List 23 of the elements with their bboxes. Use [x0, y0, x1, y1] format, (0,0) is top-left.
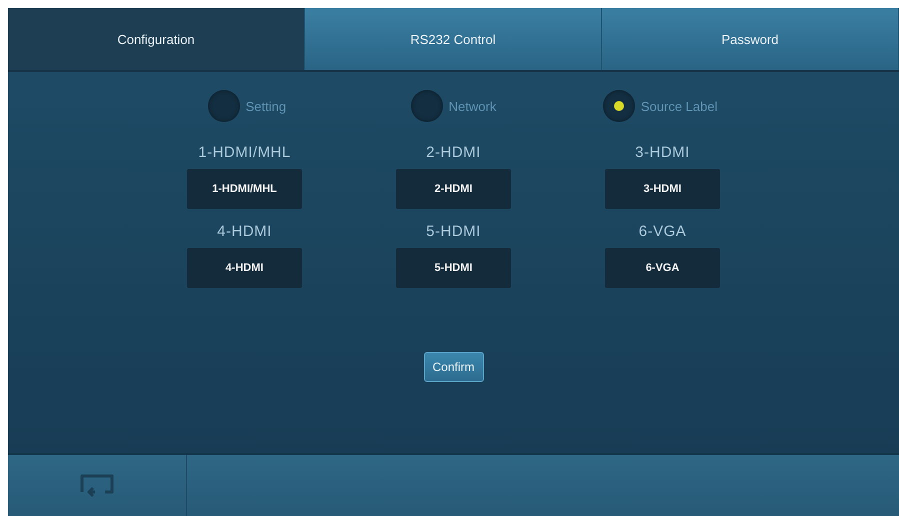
input-field[interactable]: 6-VGA [605, 248, 720, 288]
input-field[interactable]: 3-HDMI [605, 169, 720, 209]
source-label: 5-HDMI [426, 223, 481, 240]
source-label: 2-HDMI [426, 144, 481, 161]
source-label: 4-HDMI [217, 223, 272, 240]
input-field[interactable]: 5-HDMI [396, 248, 511, 288]
source-label: 6-VGA [638, 223, 686, 240]
input-field[interactable]: 2-HDMI [396, 169, 511, 209]
source-label: 1-HDMI/MHL [198, 144, 291, 161]
return-icon[interactable] [79, 472, 115, 498]
radio-label: Source Label [640, 98, 718, 114]
radio-button[interactable] [602, 90, 635, 122]
radio-button[interactable] [410, 90, 443, 122]
radio-button[interactable] [208, 90, 240, 122]
tab[interactable]: RS232 Control [305, 8, 602, 70]
source-label: 3-HDMI [635, 144, 690, 161]
radio-label: Network [448, 98, 496, 114]
tab[interactable]: Configuration [8, 8, 305, 70]
input-field[interactable]: 1-HDMI/MHL [187, 169, 302, 209]
confirm-button[interactable]: Confirm [424, 352, 484, 382]
input-field[interactable]: 4-HDMI [187, 248, 302, 288]
radio-label: Setting [246, 98, 286, 114]
tab[interactable]: Password [602, 8, 899, 70]
